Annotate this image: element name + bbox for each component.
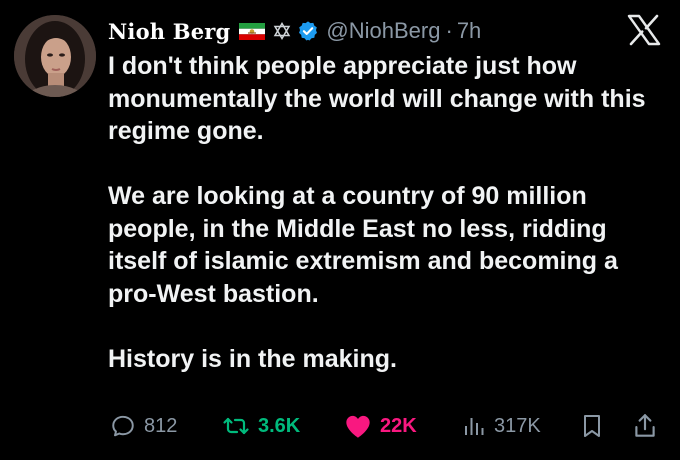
timestamp[interactable]: 7h (457, 18, 481, 44)
header-separator: · (445, 18, 453, 43)
iran-lion-and-sun-flag-icon (239, 22, 266, 40)
tweet-header: Nioh Berg @NiohBerg · 7h (108, 14, 481, 48)
avatar[interactable] (14, 15, 96, 97)
tweet-card: Nioh Berg @NiohBerg · 7h I don't think p… (0, 0, 680, 460)
tweet-paragraph: We are looking at a country of 90 millio… (108, 182, 618, 308)
author-name[interactable]: Nioh Berg (108, 19, 230, 44)
reply-count: 812 (144, 414, 178, 437)
tweet-text: I don't think people appreciate just how… (108, 50, 668, 375)
like-count: 22K (380, 414, 417, 437)
action-bar: 812 3.6K 22K 317K (110, 408, 670, 444)
reply-button[interactable]: 812 (110, 408, 177, 444)
like-button[interactable]: 22K (344, 408, 417, 444)
share-icon (635, 414, 655, 437)
repost-count: 3.6K (258, 414, 301, 437)
author-handle[interactable]: @NiohBerg (326, 18, 440, 44)
views-count: 317K (494, 414, 541, 437)
tweet-paragraph: I don't think people appreciate just how… (108, 52, 646, 145)
share-button[interactable] (632, 408, 658, 444)
tweet-paragraph: History is in the making. (108, 344, 397, 373)
heart-icon (346, 415, 370, 438)
analytics-icon (465, 418, 484, 435)
views-button[interactable]: 317K (462, 408, 541, 444)
bookmark-icon (584, 415, 600, 437)
repost-button[interactable]: 3.6K (222, 408, 300, 444)
verified-badge-icon[interactable] (297, 20, 319, 42)
reply-icon (112, 415, 134, 437)
bookmark-button[interactable] (580, 408, 604, 444)
repost-icon (223, 417, 249, 435)
x-logo-icon (626, 14, 662, 46)
avatar-image (14, 15, 96, 97)
star-of-david-icon (273, 22, 291, 40)
